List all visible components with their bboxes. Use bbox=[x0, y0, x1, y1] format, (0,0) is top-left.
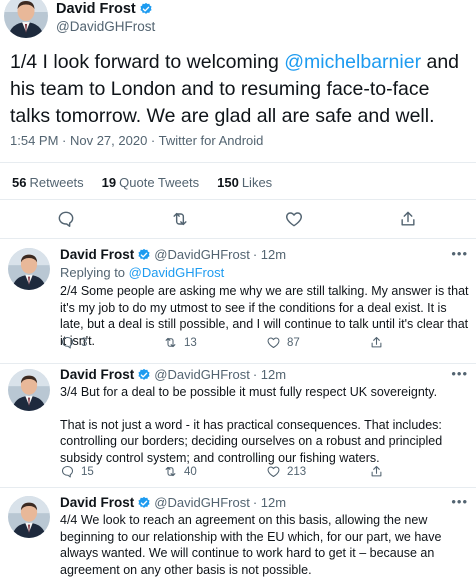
retweets-label: Retweets bbox=[29, 175, 84, 190]
verified-badge-icon bbox=[137, 496, 151, 510]
reply-time[interactable]: · 12m bbox=[253, 495, 286, 510]
share-icon[interactable] bbox=[398, 209, 418, 229]
like-count: 213 bbox=[287, 465, 307, 478]
retweet-icon[interactable] bbox=[170, 209, 190, 229]
share-button[interactable] bbox=[369, 464, 384, 479]
reply-time[interactable]: · 12m bbox=[253, 247, 286, 262]
reply-button[interactable]: 15 bbox=[60, 464, 94, 479]
reply-count: 3 bbox=[81, 336, 88, 349]
share-icon bbox=[369, 335, 384, 350]
reply-text-para2: That is not just a word - it has practic… bbox=[60, 417, 443, 465]
replying-to-prefix: Replying to bbox=[60, 265, 129, 280]
likes-count: 150 bbox=[217, 175, 239, 190]
reply-time[interactable]: · 12m bbox=[253, 367, 286, 382]
retweet-icon bbox=[163, 335, 178, 350]
author-name-row[interactable]: David Frost bbox=[56, 1, 153, 17]
more-icon[interactable]: ••• bbox=[451, 366, 468, 381]
author-handle[interactable]: @DavidGHFrost bbox=[154, 367, 250, 382]
quotes-label: Quote Tweets bbox=[119, 175, 200, 190]
divider bbox=[0, 199, 476, 200]
divider bbox=[0, 162, 476, 163]
reply-icon[interactable] bbox=[56, 209, 76, 229]
retweet-button[interactable]: 13 bbox=[163, 335, 197, 350]
author-name[interactable]: David Frost bbox=[60, 367, 134, 382]
main-tweet-actions bbox=[0, 207, 476, 233]
avatar[interactable] bbox=[8, 248, 50, 290]
author-name[interactable]: David Frost bbox=[60, 247, 134, 262]
reply-tweet[interactable]: David Frost @DavidGHFrost · 12m ••• Repl… bbox=[0, 238, 476, 363]
reply-text-para1: 3/4 But for a deal to be possible it mus… bbox=[60, 385, 438, 399]
retweet-count: 13 bbox=[184, 336, 197, 349]
verified-badge-icon bbox=[137, 248, 151, 262]
author-name[interactable]: David Frost bbox=[56, 1, 136, 17]
reply-actions: 15 40 213 bbox=[60, 464, 470, 482]
like-icon bbox=[266, 335, 281, 350]
retweet-button[interactable]: 40 bbox=[163, 464, 197, 479]
quotes-stat[interactable]: 19 Quote Tweets bbox=[102, 175, 199, 190]
like-icon bbox=[266, 464, 281, 479]
retweet-count: 40 bbox=[184, 465, 197, 478]
author-handle[interactable]: @DavidGHFrost bbox=[154, 247, 250, 262]
author-name[interactable]: David Frost bbox=[60, 495, 134, 510]
likes-stat[interactable]: 150 Likes bbox=[217, 175, 272, 190]
tweet-text: 1/4 I look forward to welcoming @michelb… bbox=[10, 49, 470, 130]
avatar[interactable] bbox=[8, 369, 50, 411]
tweet-text-part1: 1/4 I look forward to welcoming bbox=[10, 51, 285, 73]
author-handle[interactable]: @DavidGHFrost bbox=[56, 19, 155, 34]
retweets-count: 56 bbox=[12, 175, 27, 190]
tweet-timestamp[interactable]: 1:54 PM · Nov 27, 2020 · Twitter for And… bbox=[10, 133, 263, 148]
main-tweet-header: David Frost @DavidGHFrost bbox=[0, 0, 476, 44]
replying-to-handle[interactable]: @DavidGHFrost bbox=[129, 265, 225, 280]
retweet-icon bbox=[163, 464, 178, 479]
reply-text: 3/4 But for a deal to be possible it mus… bbox=[60, 384, 470, 466]
author-handle[interactable]: @DavidGHFrost bbox=[154, 495, 250, 510]
reply-button[interactable]: 3 bbox=[60, 335, 87, 350]
likes-label: Likes bbox=[241, 175, 273, 190]
reply-icon bbox=[60, 464, 75, 479]
reply-tweet[interactable]: David Frost @DavidGHFrost · 12m ••• 3/4 … bbox=[0, 363, 476, 487]
reply-count: 15 bbox=[81, 465, 94, 478]
quotes-count: 19 bbox=[101, 175, 117, 190]
tweet-stats: 56 Retweets 19 Quote Tweets 150 Likes bbox=[12, 175, 272, 190]
like-button[interactable]: 213 bbox=[266, 464, 306, 479]
more-icon[interactable]: ••• bbox=[451, 246, 468, 261]
share-icon bbox=[369, 464, 384, 479]
avatar[interactable] bbox=[4, 0, 48, 38]
like-icon[interactable] bbox=[284, 209, 304, 229]
reply-actions: 3 13 87 bbox=[60, 335, 470, 353]
verified-badge-icon bbox=[137, 368, 151, 382]
replying-to: Replying to @DavidGHFrost bbox=[60, 265, 224, 280]
share-button[interactable] bbox=[369, 335, 384, 350]
reply-tweet[interactable]: David Frost @DavidGHFrost · 12m ••• 4/4 … bbox=[0, 487, 476, 577]
more-icon[interactable]: ••• bbox=[451, 494, 468, 509]
like-count: 87 bbox=[287, 336, 300, 349]
reply-icon bbox=[60, 335, 75, 350]
mention-link[interactable]: @michelbarnier bbox=[284, 51, 421, 73]
retweets-stat[interactable]: 56 Retweets bbox=[12, 175, 84, 190]
reply-header: David Frost @DavidGHFrost · 12m bbox=[60, 495, 286, 510]
reply-header: David Frost @DavidGHFrost · 12m bbox=[60, 367, 286, 382]
reply-text: 4/4 We look to reach an agreement on thi… bbox=[60, 513, 442, 577]
like-button[interactable]: 87 bbox=[266, 335, 300, 350]
avatar[interactable] bbox=[8, 496, 50, 538]
reply-header: David Frost @DavidGHFrost · 12m bbox=[60, 247, 286, 262]
verified-badge-icon bbox=[139, 2, 153, 16]
